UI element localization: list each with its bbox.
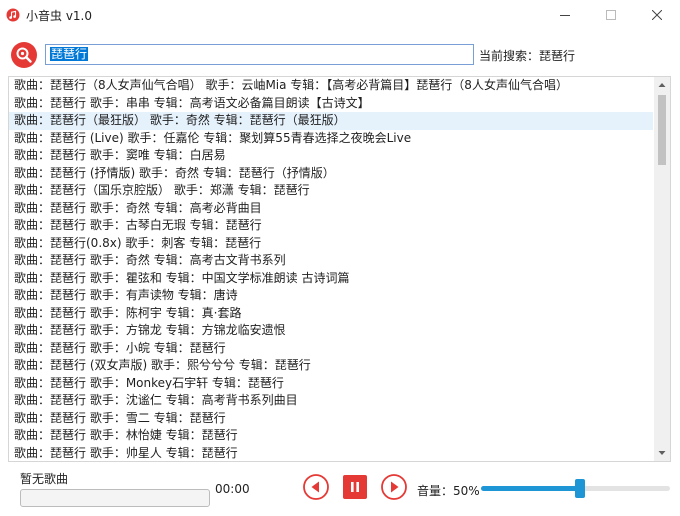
- current-search-label: 当前搜索：: [479, 49, 540, 63]
- result-row[interactable]: 歌曲：琵琶行 歌手：古琴白无瑕 专辑：琵琶行: [9, 217, 653, 235]
- maximize-icon: [606, 10, 616, 20]
- window-title: 小音虫 v1.0: [26, 9, 93, 23]
- current-search: 当前搜索：琵琶行: [479, 47, 575, 64]
- volume-slider-fill: [481, 486, 579, 491]
- next-track-icon[interactable]: [381, 474, 407, 500]
- player-bar: 暂无歌曲 00:00 音量：50%: [0, 462, 680, 516]
- scroll-down-icon[interactable]: [654, 445, 670, 461]
- result-row[interactable]: 歌曲：琵琶行（国乐京腔版） 歌手：郑潇 专辑：琵琶行: [9, 182, 653, 200]
- results-list-box: 歌曲：琵琶行（8人女声仙气合唱） 歌手：云岫Mia 专辑：【高考必背篇目】琵琶行…: [8, 76, 671, 462]
- results-list[interactable]: 歌曲：琵琶行（8人女声仙气合唱） 歌手：云岫Mia 专辑：【高考必背篇目】琵琶行…: [9, 77, 653, 462]
- search-music-icon[interactable]: [11, 42, 37, 68]
- result-row[interactable]: 歌曲：琵琶行 歌手：奇然 专辑：高考古文背书系列: [9, 252, 653, 270]
- result-row[interactable]: 歌曲：琵琶行 歌手：窦唯 专辑：白居易: [9, 147, 653, 165]
- title-bar: 小音虫 v1.0: [0, 0, 680, 30]
- volume-slider[interactable]: [481, 479, 670, 498]
- playback-time: 00:00: [215, 482, 250, 496]
- result-row[interactable]: 歌曲：琵琶行 歌手：帅星人 专辑：琵琶行: [9, 445, 653, 462]
- close-button[interactable]: [634, 0, 680, 30]
- result-row[interactable]: 歌曲：琵琶行 歌手：奇然 专辑：高考必背曲目: [9, 200, 653, 218]
- result-row[interactable]: 歌曲：琵琶行 歌手：串串 专辑：高考语文必备篇目朗读【古诗文】: [9, 95, 653, 113]
- search-input[interactable]: 琵琶行: [45, 44, 474, 65]
- volume-label-text: 音量：: [417, 484, 454, 498]
- result-row[interactable]: 歌曲：琵琶行（8人女声仙气合唱） 歌手：云岫Mia 专辑：【高考必背篇目】琵琶行…: [9, 77, 653, 95]
- result-row[interactable]: 歌曲：琵琶行（最狂版） 歌手：奇然 专辑：琵琶行（最狂版）: [9, 112, 653, 130]
- search-bar: 琵琶行 当前搜索：琵琶行: [0, 38, 680, 72]
- result-row[interactable]: 歌曲：琵琶行 (双女声版) 歌手：熙兮兮兮 专辑：琵琶行: [9, 357, 653, 375]
- scrollbar[interactable]: [654, 77, 670, 461]
- previous-track-icon[interactable]: [303, 474, 329, 500]
- result-row[interactable]: 歌曲：琵琶行 歌手：林怡婕 专辑：琵琶行: [9, 427, 653, 445]
- result-row[interactable]: 歌曲：琵琶行 歌手：瞿弦和 专辑：中国文学标准朗读 古诗词篇: [9, 270, 653, 288]
- maximize-button[interactable]: [588, 0, 634, 30]
- volume-label: 音量：50%: [417, 482, 480, 499]
- music-note-icon: [6, 8, 20, 22]
- pause-icon[interactable]: [342, 474, 368, 500]
- close-icon: [652, 10, 662, 20]
- scroll-up-icon[interactable]: [654, 77, 670, 93]
- scrollbar-thumb[interactable]: [658, 95, 666, 165]
- result-row[interactable]: 歌曲：琵琶行 歌手：方锦龙 专辑：方锦龙临安遗恨: [9, 322, 653, 340]
- result-row[interactable]: 歌曲：琵琶行 歌手：沈谧仁 专辑：高考背书系列曲目: [9, 392, 653, 410]
- result-row[interactable]: 歌曲：琵琶行 歌手：小皖 专辑：琵琶行: [9, 340, 653, 358]
- result-row[interactable]: 歌曲：琵琶行 歌手：有声读物 专辑：唐诗: [9, 287, 653, 305]
- result-row[interactable]: 歌曲：琵琶行 歌手：Monkey石宇轩 专辑：琵琶行: [9, 375, 653, 393]
- volume-value: 50%: [453, 484, 480, 498]
- current-search-value: 琵琶行: [539, 49, 576, 63]
- result-row[interactable]: 歌曲：琵琶行 (Live) 歌手：任嘉伦 专辑：聚划算55青春选择之夜晚会Liv…: [9, 130, 653, 148]
- search-query-text: 琵琶行: [50, 47, 89, 61]
- minimize-button[interactable]: [542, 0, 588, 30]
- result-row[interactable]: 歌曲：琵琶行 歌手：陈柯宇 专辑：真·套路: [9, 305, 653, 323]
- volume-slider-handle[interactable]: [575, 479, 585, 498]
- minimize-icon: [560, 15, 570, 16]
- result-row[interactable]: 歌曲：琵琶行 (抒情版) 歌手：奇然 专辑：琵琶行（抒情版）: [9, 165, 653, 183]
- result-row[interactable]: 歌曲：琵琶行(0.8x) 歌手：刺客 专辑：琵琶行: [9, 235, 653, 253]
- result-row[interactable]: 歌曲：琵琶行 歌手：雪二 专辑：琵琶行: [9, 410, 653, 428]
- now-playing-title: 暂无歌曲: [20, 472, 69, 486]
- playback-progress[interactable]: [20, 489, 210, 507]
